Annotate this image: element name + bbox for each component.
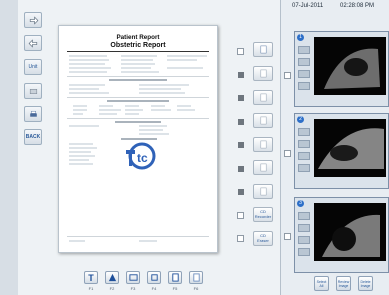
- arrow-up-button[interactable]: [105, 271, 119, 284]
- row-indicator: [238, 189, 244, 195]
- f4-label: F4: [151, 286, 157, 291]
- document-button[interactable]: [168, 271, 182, 284]
- page-button[interactable]: [253, 113, 273, 128]
- f2-label: F2: [109, 286, 115, 291]
- page-icon: [260, 187, 266, 196]
- text-button[interactable]: T: [84, 271, 98, 284]
- row-indicator: [238, 142, 244, 148]
- page-button[interactable]: [253, 184, 273, 199]
- arrow-left-icon: [28, 38, 37, 48]
- triangle-icon: [108, 273, 116, 282]
- unit-button[interactable]: Unit: [24, 59, 42, 75]
- row-indicator: [238, 166, 244, 172]
- thumbnail-number: 2: [297, 116, 304, 123]
- pages-icon: [192, 273, 200, 282]
- image-icon: [128, 274, 138, 281]
- thumbnail-number: 3: [297, 200, 304, 207]
- arrow-right-icon: [29, 15, 38, 25]
- document-icon: [171, 273, 179, 282]
- thumbnail-checkbox[interactable]: [284, 150, 291, 157]
- report-title: Patient Report: [116, 34, 160, 41]
- ultrasound-image: [314, 203, 386, 261]
- tool-button[interactable]: [24, 83, 42, 99]
- row-indicator: [238, 72, 244, 78]
- ultrasound-thumbnail[interactable]: 1: [294, 31, 389, 107]
- frame-button[interactable]: [147, 271, 161, 284]
- frame-icon: [150, 274, 158, 281]
- forward-button[interactable]: [24, 12, 42, 28]
- back-arrow-button[interactable]: [24, 35, 42, 51]
- cd-eraser-button[interactable]: CD Eraser: [253, 231, 273, 246]
- ultrasound-thumbnail[interactable]: 2: [294, 113, 389, 189]
- page-button[interactable]: [253, 160, 273, 175]
- time-label: 02:28:08 PM: [340, 3, 375, 9]
- report-logo: tc: [122, 140, 158, 172]
- page-button[interactable]: [253, 137, 273, 152]
- row-indicator: [238, 119, 244, 125]
- report-subtitle: Obstetric Report: [110, 42, 166, 49]
- page-icon: [260, 140, 266, 149]
- date-label: 07-Jul-2011: [292, 3, 324, 9]
- f5-label: F5: [172, 286, 178, 291]
- select-checkbox[interactable]: [237, 48, 244, 55]
- page-icon: [260, 69, 266, 78]
- page-icon: [260, 163, 266, 172]
- page-button[interactable]: [253, 42, 273, 57]
- back-button[interactable]: BACK: [24, 129, 42, 145]
- cd-recorder-button[interactable]: CD Recorder: [253, 207, 273, 222]
- image-button[interactable]: [126, 271, 140, 284]
- delete-image-button[interactable]: Delete Image: [358, 276, 373, 291]
- select-all-button[interactable]: Select All: [314, 276, 329, 291]
- page-icon: [260, 45, 266, 54]
- ultrasound-thumbnail[interactable]: 3: [294, 197, 389, 273]
- stamp-icon: [29, 88, 37, 94]
- thumbnail-checkbox[interactable]: [284, 72, 291, 79]
- row-indicator: [238, 95, 244, 101]
- review-image-button[interactable]: Review Image: [336, 276, 351, 291]
- page-button[interactable]: [253, 90, 273, 105]
- select-checkbox[interactable]: [237, 212, 244, 219]
- select-checkbox[interactable]: [237, 235, 244, 242]
- thumbnail-checkbox[interactable]: [284, 233, 291, 240]
- pages-button[interactable]: [189, 271, 203, 284]
- print-button[interactable]: [24, 106, 42, 122]
- ultrasound-image: [314, 119, 386, 177]
- page-button[interactable]: [253, 66, 273, 81]
- report-page: Patient Report Obstetric Report tc: [58, 25, 218, 253]
- page-icon: [260, 93, 266, 102]
- f1-label: F1: [88, 286, 94, 291]
- logo-text: tc: [137, 151, 148, 165]
- text-icon: T: [88, 272, 94, 283]
- left-panel: [0, 0, 18, 295]
- printer-icon: [29, 110, 37, 117]
- f3-label: F3: [130, 286, 136, 291]
- page-icon: [260, 116, 266, 125]
- thumbnail-number: 1: [297, 34, 304, 41]
- ultrasound-image: [314, 37, 386, 95]
- f6-label: F6: [193, 286, 199, 291]
